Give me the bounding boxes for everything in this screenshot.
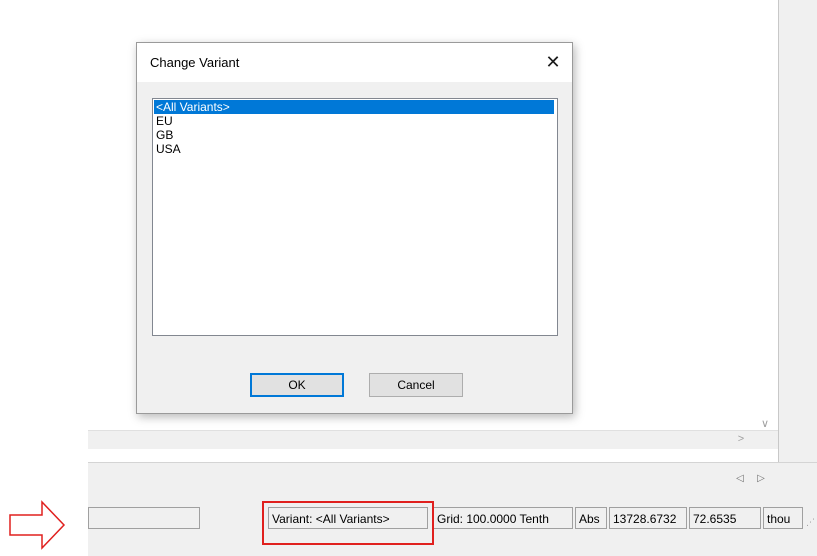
status-abs-mode[interactable]: Abs <box>575 507 607 529</box>
dialog-title: Change Variant <box>150 55 240 70</box>
resize-grip-icon[interactable]: ⋰ <box>806 515 816 529</box>
scroll-right-icon[interactable]: > <box>734 432 748 446</box>
previous-sheet-icon[interactable]: ◁ <box>733 472 747 486</box>
change-variant-dialog: Change Variant ✕ <All Variants> EU GB US… <box>136 42 573 414</box>
next-sheet-icon[interactable]: ▷ <box>754 472 768 486</box>
annotation-arrow-icon <box>9 500 66 550</box>
scroll-down-icon[interactable]: ∨ <box>758 418 772 430</box>
lower-panel <box>88 462 817 505</box>
right-panel-border <box>778 0 779 462</box>
dialog-titlebar[interactable]: Change Variant ✕ <box>137 43 572 82</box>
ok-button[interactable]: OK <box>250 373 344 397</box>
sheet-tab-strip <box>88 449 778 462</box>
status-message-cell <box>88 507 200 529</box>
right-side-panel <box>778 0 817 462</box>
status-x-coordinate: 13728.6732 <box>609 507 687 529</box>
close-icon[interactable]: ✕ <box>541 50 565 74</box>
variant-list-item[interactable]: USA <box>154 142 554 156</box>
status-y-coordinate: 72.6535 <box>689 507 761 529</box>
cancel-button[interactable]: Cancel <box>369 373 463 397</box>
variant-list-item[interactable]: <All Variants> <box>154 100 554 114</box>
horizontal-scrollbar[interactable] <box>88 430 778 449</box>
status-grid[interactable]: Grid: 100.0000 Tenth <box>433 507 573 529</box>
annotation-highlight-box <box>262 501 434 545</box>
status-units[interactable]: thou <box>763 507 803 529</box>
variant-listbox[interactable]: <All Variants> EU GB USA <box>152 98 558 336</box>
variant-list-item[interactable]: GB <box>154 128 554 142</box>
variant-list-item[interactable]: EU <box>154 114 554 128</box>
